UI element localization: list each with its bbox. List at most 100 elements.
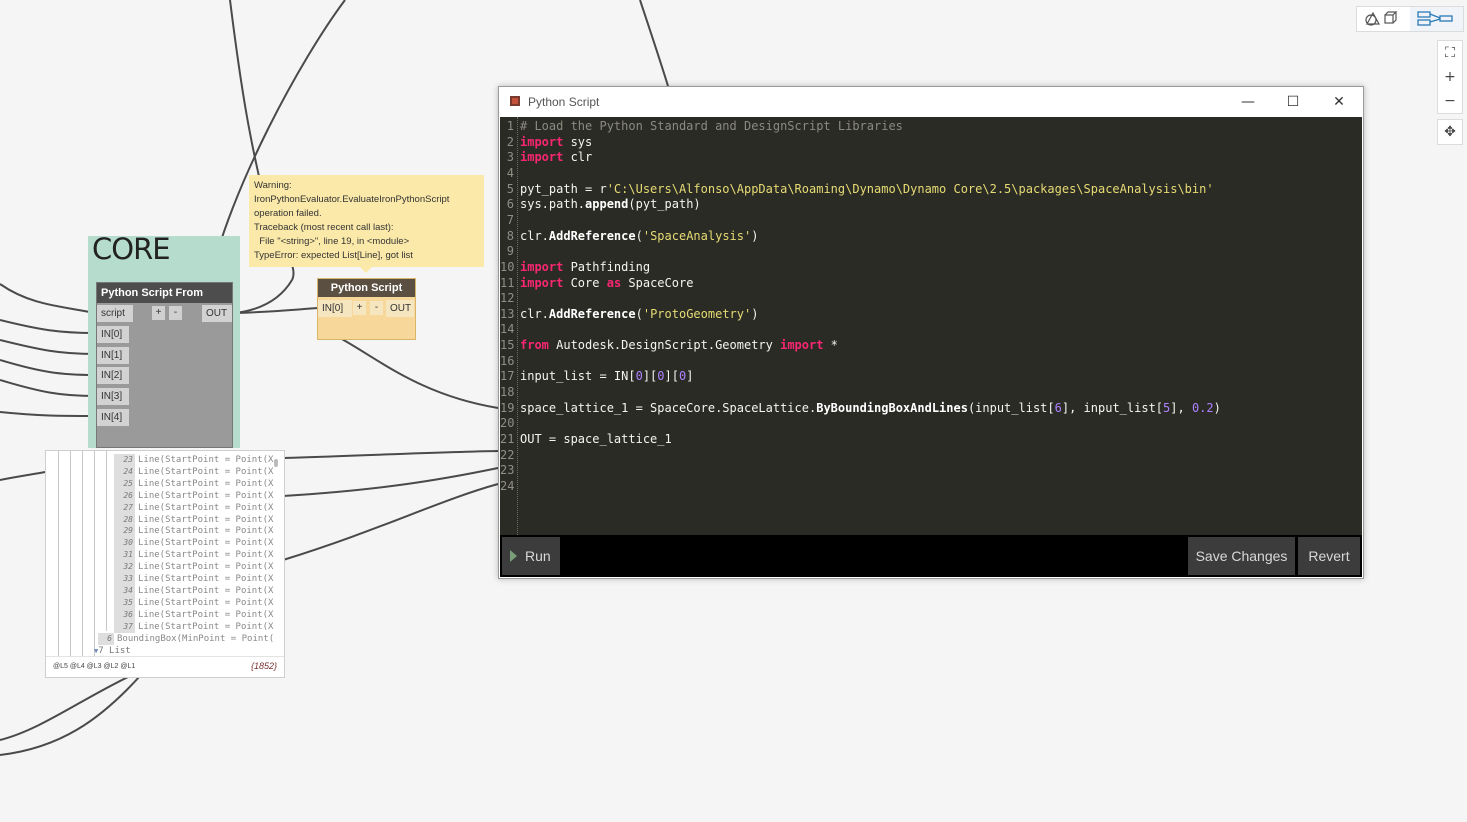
- scrollbar-thumb[interactable]: [274, 459, 278, 467]
- code-text: import sys: [520, 134, 592, 150]
- item-index: 35: [114, 596, 135, 609]
- line-number: 15: [500, 338, 515, 353]
- add-input-button[interactable]: +: [353, 301, 366, 315]
- code-token: ][: [642, 369, 658, 384]
- zoom-in-button[interactable]: +: [1438, 65, 1462, 89]
- code-text: clr.AddReference('SpaceAnalysis'): [520, 228, 758, 244]
- play-icon: [510, 550, 517, 562]
- code-token: Pathfinding: [563, 259, 651, 274]
- group-title: CORE: [92, 232, 171, 266]
- code-token: import: [780, 338, 824, 353]
- code-token: 0: [657, 369, 665, 384]
- list-item: 31 Line(StartPoint = Point(X: [114, 549, 274, 562]
- list-item: 25 Line(StartPoint = Point(X: [114, 477, 274, 490]
- node-python-script-from-string[interactable]: Python Script From String script IN[0] I…: [96, 282, 233, 448]
- pan-button[interactable]: ✥: [1437, 119, 1463, 145]
- code-token: import: [520, 150, 564, 165]
- code-token: (: [635, 228, 643, 243]
- wire: [282, 450, 499, 459]
- code-token: # Load the Python Standard and DesignScr…: [520, 119, 903, 133]
- code-token: pyt_path = r: [520, 181, 607, 196]
- line-number: 22: [500, 447, 515, 462]
- wire: [0, 283, 96, 314]
- item-index: 26: [114, 489, 135, 502]
- list-item: 28 Line(StartPoint = Point(X: [114, 513, 273, 526]
- save-changes-button[interactable]: Save Changes: [1188, 537, 1295, 575]
- line-number: 3: [506, 150, 514, 165]
- input-port-in3[interactable]: IN[3]: [97, 388, 129, 405]
- line-number: 19: [500, 400, 515, 415]
- line-number: 4: [506, 165, 514, 180]
- line-number: 1: [506, 119, 514, 133]
- geometry-view-button[interactable]: [1357, 7, 1409, 31]
- list-item: 29 Line(StartPoint = Point(X: [114, 525, 273, 538]
- remove-input-button[interactable]: -: [370, 301, 383, 315]
- code-token: from: [520, 338, 549, 353]
- output-port-out[interactable]: OUT: [386, 300, 414, 317]
- tree-guide: [58, 451, 59, 656]
- output-port-out[interactable]: OUT: [202, 305, 232, 322]
- warning-line: File "<string>", line 19, in <module>: [254, 236, 410, 247]
- run-button[interactable]: Run: [502, 537, 560, 575]
- item-text: Line(StartPoint = Point(X: [138, 597, 274, 608]
- line-number: 21: [500, 432, 515, 446]
- wire: [0, 339, 96, 355]
- code-token: space_lattice_1 = SpaceCore.SpaceLattice…: [520, 400, 817, 415]
- zoom-fit-button[interactable]: ⛶: [1438, 41, 1462, 65]
- code-token: ): [1213, 400, 1221, 415]
- node-python-script[interactable]: Python Script IN[0] + - OUT: [317, 278, 416, 340]
- warning-pointer: [360, 267, 372, 273]
- code-text: input_list = IN[0][0][0]: [520, 368, 693, 384]
- window-titlebar[interactable]: Python Script — ☐ ✕: [499, 87, 1363, 117]
- line-number: 10: [500, 259, 515, 274]
- item-text: Line(StartPoint = Point(X: [138, 609, 274, 620]
- input-port-in1[interactable]: IN[1]: [97, 347, 129, 364]
- tree-guide: [70, 451, 71, 656]
- preview-footer: @L5 @L4 @L3 @L2 @L1 {1852}: [46, 656, 284, 677]
- input-port-in0[interactable]: IN[0]: [97, 326, 129, 343]
- code-token: (pyt_path): [628, 197, 701, 212]
- item-text: Line(StartPoint = Point(X: [138, 550, 274, 561]
- zoom-out-button[interactable]: −: [1438, 89, 1462, 113]
- code-token: AddReference: [548, 228, 636, 243]
- add-input-button[interactable]: +: [152, 306, 165, 320]
- line-number: 5: [506, 181, 514, 196]
- python-script-editor-window[interactable]: Python Script — ☐ ✕ 1 # Load the Python S…: [498, 86, 1364, 579]
- input-port-script[interactable]: script: [97, 305, 133, 322]
- item-count: {1852}: [250, 661, 277, 671]
- maximize-button[interactable]: ☐: [1281, 91, 1305, 113]
- item-text: Line(StartPoint = Point(X: [138, 538, 274, 549]
- code-token: 0.2: [1191, 400, 1214, 415]
- line-number: 14: [500, 322, 515, 337]
- list-levels[interactable]: @L5 @L4 @L3 @L2 @L1: [53, 663, 135, 670]
- item-text: Line(StartPoint = Point(X: [138, 478, 274, 489]
- input-port-in4[interactable]: IN[4]: [97, 409, 129, 426]
- code-token: clr: [563, 150, 593, 165]
- node-preview-bubble[interactable]: 23 Line(StartPoint = Point(X 24 Line(StartP…: [45, 450, 285, 678]
- revert-button[interactable]: Revert: [1298, 537, 1360, 575]
- close-button[interactable]: ✕: [1327, 91, 1351, 113]
- code-token: ): [751, 306, 759, 321]
- minimize-button[interactable]: —: [1236, 91, 1260, 113]
- code-token: import: [520, 275, 564, 290]
- code-token: ], input_list[: [1061, 400, 1164, 415]
- code-token: AddReference: [548, 306, 636, 321]
- list-item: 37 Line(StartPoint = Point(X: [114, 620, 273, 633]
- remove-input-button[interactable]: -: [169, 306, 182, 320]
- code-editor[interactable]: 1 # Load the Python Standard and DesignSc…: [500, 117, 1362, 535]
- code-text: import clr: [520, 149, 592, 165]
- list-item: 32 Line(StartPoint = Point(X: [114, 561, 273, 574]
- line-number: 20: [500, 416, 515, 431]
- wire: [0, 471, 46, 481]
- line-number: 2: [506, 134, 514, 149]
- code-text: pyt_path = r'C:\Users\Alfonso\AppData\Ro…: [520, 181, 1214, 197]
- wire: [339, 337, 499, 409]
- input-port-in0[interactable]: IN[0]: [318, 300, 352, 317]
- code-token: 'C:\Users\Alfonso\AppData\Roaming\Dynamo…: [606, 181, 1214, 196]
- wire: [0, 675, 141, 756]
- graph-view-button[interactable]: [1410, 7, 1463, 31]
- line-number: 13: [500, 306, 515, 321]
- code-token: 0: [635, 369, 643, 384]
- input-port-in2[interactable]: IN[2]: [97, 367, 129, 384]
- code-text: import Pathfinding: [520, 259, 650, 275]
